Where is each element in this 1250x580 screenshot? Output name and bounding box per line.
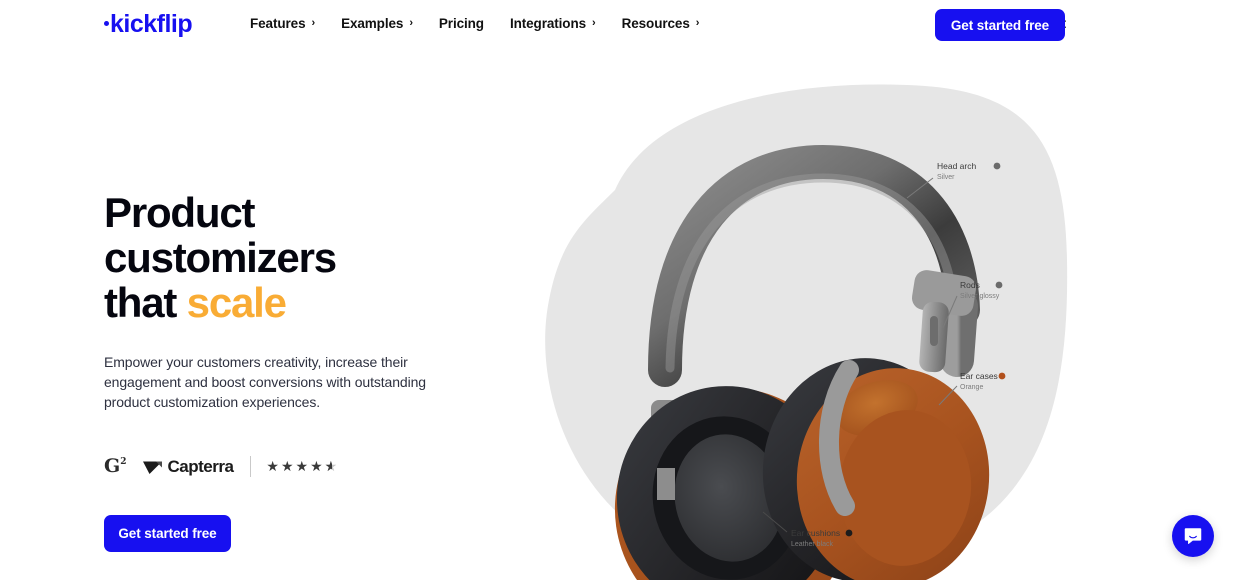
star-rating: ★ ★ ★ ★ ★ ★	[266, 459, 338, 473]
annotation-title: Rods	[960, 280, 980, 290]
right-rod-slot	[930, 316, 938, 346]
chat-widget-button[interactable]	[1172, 515, 1214, 557]
capterra-arrow-icon	[142, 461, 162, 474]
badge-divider	[250, 455, 252, 477]
hero-content: Product customizers that scale Empower y…	[104, 190, 504, 553]
annotation-title: Head arch	[937, 161, 976, 171]
nav-item-integrations[interactable]: Integrations ›	[510, 16, 596, 31]
review-badges: G2 Capterra ★ ★ ★ ★ ★ ★	[104, 455, 504, 477]
brand-logo[interactable]: kickflip	[104, 10, 193, 38]
nav-label: Resources	[621, 16, 690, 31]
chevron-right-icon: ›	[409, 17, 413, 29]
chevron-right-icon: ›	[695, 17, 700, 29]
annotation-value: Silver glossy	[960, 293, 1000, 300]
brand-logo-text: kickflip	[110, 10, 193, 38]
capterra-logo[interactable]: Capterra	[142, 456, 234, 476]
landing-page: kickflip Features › Examples › Pricing I…	[0, 0, 1250, 580]
chat-bubble-icon	[1184, 528, 1202, 544]
star-icon-3: ★	[295, 458, 309, 475]
header-get-started-button[interactable]: Get started free	[935, 9, 1065, 41]
star-icon-1: ★	[266, 458, 279, 475]
annotation-swatch-dot	[998, 372, 1006, 380]
nav-label: Integrations	[509, 16, 587, 31]
annotation-title: Ear cushions	[791, 528, 840, 538]
star-half-filled: ★	[324, 459, 332, 474]
headline-line-1: Product	[104, 189, 255, 236]
annotation-title: Ear cases	[960, 371, 998, 381]
annotation-swatch-dot	[995, 281, 1003, 289]
star-icon-half: ★ ★	[325, 459, 339, 473]
hero-get-started-button[interactable]: Get started free	[104, 515, 231, 553]
nav-label: Features	[250, 16, 306, 31]
hero-product-visual: Head arch Silver Rods Silver glossy Ear …	[505, 70, 1105, 580]
capterra-label: Capterra	[167, 456, 234, 476]
annotation-value: Silver	[937, 174, 955, 181]
headline-line-2: customizers	[104, 234, 337, 282]
annotation-value: Orange	[960, 384, 983, 391]
g2-superscript: 2	[120, 456, 127, 467]
headline-accent-word: scale	[186, 279, 287, 327]
annotation-swatch-dot	[845, 529, 853, 537]
chevron-right-icon: ›	[311, 17, 316, 29]
headline-line-3: that	[104, 279, 187, 327]
star-icon-2: ★	[280, 458, 294, 475]
g2-logo-icon[interactable]: G2	[104, 454, 127, 477]
nav-label: Examples	[341, 16, 404, 31]
annotation-value: Leather black	[791, 541, 834, 548]
nav-label: Pricing	[438, 16, 484, 31]
nav-item-resources[interactable]: Resources ›	[622, 16, 700, 31]
nav-item-pricing[interactable]: Pricing	[439, 16, 484, 31]
chevron-right-icon: ›	[592, 17, 596, 29]
hero-subcopy: Empower your customers creativity, incre…	[104, 354, 426, 411]
nav-item-features[interactable]: Features ›	[250, 16, 315, 31]
nav-item-examples[interactable]: Examples ›	[341, 16, 413, 31]
star-icon-4: ★	[310, 458, 323, 475]
headphones-render: Head arch Silver Rods Silver glossy Ear …	[545, 84, 1068, 580]
g2-letter: G	[104, 454, 121, 477]
site-header: kickflip Features › Examples › Pricing I…	[0, 0, 1250, 50]
main-navigation: Features › Examples › Pricing Integratio…	[250, 16, 699, 31]
logo-dot-icon	[104, 20, 109, 26]
left-cup-hinge	[657, 468, 675, 500]
hero-headline: Product customizers that scale	[104, 190, 504, 325]
annotation-swatch-dot	[993, 162, 1001, 170]
